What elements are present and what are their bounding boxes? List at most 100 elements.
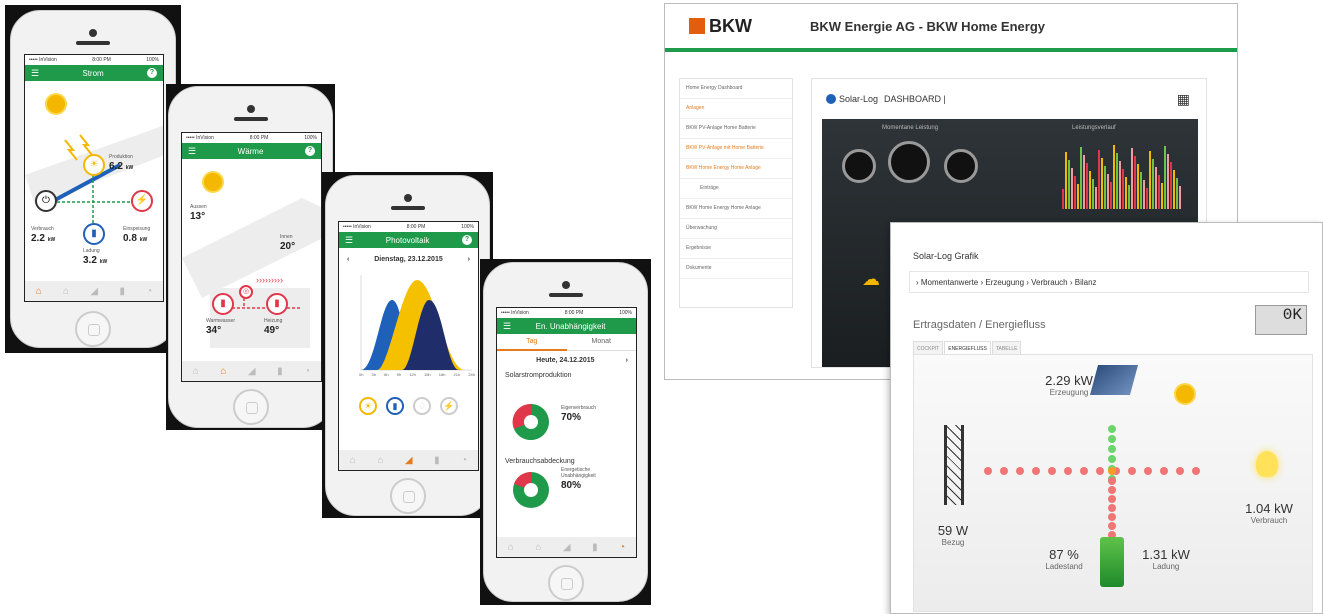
sidebar-item[interactable]: BKW PV-Anlage mit Home Batterie	[680, 139, 792, 159]
status-bar: ••••• InVision 8:00 PM 100%	[25, 55, 163, 65]
date-nav: ‹ Dienstag, 23.12.2015 ›	[339, 248, 478, 271]
solar-circle-icon: ☀	[83, 154, 105, 176]
bkw-header: BKW BKW Energie AG - BKW Home Energy	[665, 4, 1237, 52]
pie-tab-icon[interactable]: ◔	[619, 542, 625, 553]
flow-dot	[1108, 504, 1116, 512]
home-button[interactable]	[75, 311, 111, 347]
bulb-legend-icon[interactable]: ♢	[413, 397, 431, 415]
history-bar	[1128, 185, 1130, 209]
sidebar-item[interactable]: Dokumente	[680, 259, 792, 279]
history-bar	[1131, 148, 1133, 209]
history-bar	[1104, 166, 1106, 209]
history-bar	[1119, 161, 1121, 209]
history-bar	[1074, 176, 1076, 209]
tower-legend-icon[interactable]: ⚡	[440, 397, 458, 415]
sidebar-item[interactable]: Ergebnisse	[680, 239, 792, 259]
home-tab-icon[interactable]: ⌂	[193, 366, 199, 377]
help-icon[interactable]: ?	[146, 68, 157, 78]
sidebar-item[interactable]: Home Energy Dashboard	[680, 79, 792, 99]
aussen-value: Aussen 13°	[190, 204, 207, 222]
history-bar	[1062, 189, 1064, 209]
prev-arrow-icon[interactable]: ‹	[347, 256, 349, 263]
flow-dot	[1108, 455, 1116, 463]
next-arrow-icon[interactable]: ›	[626, 357, 628, 364]
bar-tab-icon[interactable]: ▮	[119, 286, 125, 297]
target-icon: ◎	[239, 285, 253, 299]
bar-tab-icon[interactable]: ▮	[592, 542, 598, 553]
pie-tab-icon[interactable]: ◔	[461, 455, 467, 466]
pv-chart	[360, 275, 472, 371]
bkw-logo[interactable]: BKW	[689, 16, 752, 37]
house-tab-icon[interactable]: ⌂	[377, 455, 383, 466]
history-bar	[1065, 152, 1067, 209]
sidebar-item[interactable]: BKW Home Energy Home Anlage	[680, 159, 792, 179]
help-icon[interactable]: ?	[461, 235, 472, 245]
unab-value: Energetische Unabhängigkeit 80%	[561, 467, 596, 491]
tab-tag[interactable]: Tag	[497, 334, 567, 351]
grid-menu-icon[interactable]: ▦	[1177, 91, 1190, 108]
tab-monat[interactable]: Monat	[566, 334, 636, 351]
chart-tab-icon[interactable]: ◢	[405, 455, 413, 466]
home-button[interactable]	[232, 389, 269, 425]
phone-2-screen: ••••• InVision 8:00 PM 100% ☰ Wärme? ››››››…	[181, 132, 322, 382]
history-bar	[1143, 180, 1145, 209]
speaker	[76, 41, 110, 45]
breadcrumb[interactable]: › Momentanwerte › Erzeugung › Verbrauch …	[909, 271, 1309, 293]
home-tab-icon[interactable]: ⌂	[350, 455, 356, 466]
menu-icon[interactable]: ☰	[188, 146, 196, 157]
history-bar	[1122, 169, 1124, 209]
next-arrow-icon[interactable]: ›	[468, 256, 470, 263]
menu-icon[interactable]: ☰	[31, 68, 39, 79]
phone-4-screen: ••••• InVision 8:00 PM 100% ☰ En. Unabhängi…	[496, 307, 637, 558]
sidebar-item[interactable]: BKW PV-Anlage Home Batterie	[680, 119, 792, 139]
chart-tab-icon[interactable]: ◢	[248, 366, 256, 377]
history-bar	[1092, 179, 1094, 209]
history-bar	[1107, 174, 1109, 209]
lcd-display-icon: 0K	[1255, 305, 1307, 335]
history-bar	[1161, 183, 1163, 209]
flow-dot	[1144, 467, 1152, 475]
menu-icon[interactable]: ☰	[503, 321, 511, 332]
speaker	[233, 117, 268, 121]
flow-dot	[1108, 435, 1116, 443]
sun-icon	[1176, 385, 1194, 403]
tab-bar: ⌂ ⌂ ◢ ▮ ◔	[25, 281, 163, 301]
sidebar-item[interactable]: Einträge	[680, 179, 792, 199]
pie-tab-icon[interactable]: ◔	[146, 286, 152, 297]
sidebar-item[interactable]: Anlagen	[680, 99, 792, 119]
bar-tab-icon[interactable]: ▮	[434, 455, 440, 466]
home-tab-icon[interactable]: ⌂	[508, 542, 514, 553]
chart-tab-icon[interactable]: ◢	[563, 542, 571, 553]
battery-legend-icon[interactable]: ▮	[386, 397, 404, 415]
tab-bar: ⌂ ⌂ ◢ ▮ ◔	[182, 361, 321, 381]
menu-icon[interactable]: ☰	[345, 235, 353, 246]
phone-3-screen: ••••• InVision 8:00 PM 100% ☰ Photovoltaik?…	[338, 221, 479, 471]
innen-value: Innen 20°	[280, 234, 296, 252]
history-bar	[1095, 187, 1097, 209]
gauge-icon	[842, 149, 876, 183]
flow-dot	[1160, 467, 1168, 475]
house-tab-icon[interactable]: ⌂	[63, 286, 69, 297]
home-tab-icon[interactable]: ⌂	[36, 286, 42, 297]
sidebar-item[interactable]: BKW Home Energy Home Anlage	[680, 199, 792, 219]
help-icon[interactable]: ?	[304, 146, 315, 156]
ladung-label: 1.31 kW Ladung	[1142, 547, 1190, 571]
history-bar	[1071, 168, 1073, 209]
home-button[interactable]	[547, 565, 584, 601]
house-tab-icon[interactable]: ⌂	[220, 366, 226, 377]
chart-tab-icon[interactable]: ◢	[90, 286, 98, 297]
erzeugung-label: 2.29 kW Erzeugung	[1045, 373, 1093, 397]
camera	[403, 194, 412, 202]
house-tab-icon[interactable]: ⌂	[535, 542, 541, 553]
unabhaengigkeit-donut	[513, 471, 549, 508]
home-button[interactable]	[389, 478, 426, 514]
pie-tab-icon[interactable]: ◔	[304, 366, 310, 377]
phone-1-screen: ••••• InVision 8:00 PM 100% ☰ Strom? ☀ Prod…	[24, 54, 164, 302]
history-bar	[1083, 155, 1085, 209]
history-bar	[1146, 188, 1148, 209]
solar-legend-icon[interactable]: ☀	[359, 397, 377, 415]
phone-1: ••••• InVision 8:00 PM 100% ☰ Strom? ☀ Prod…	[10, 10, 176, 348]
history-bar	[1068, 160, 1070, 209]
sidebar-item[interactable]: Überwachung	[680, 219, 792, 239]
bar-tab-icon[interactable]: ▮	[277, 366, 283, 377]
